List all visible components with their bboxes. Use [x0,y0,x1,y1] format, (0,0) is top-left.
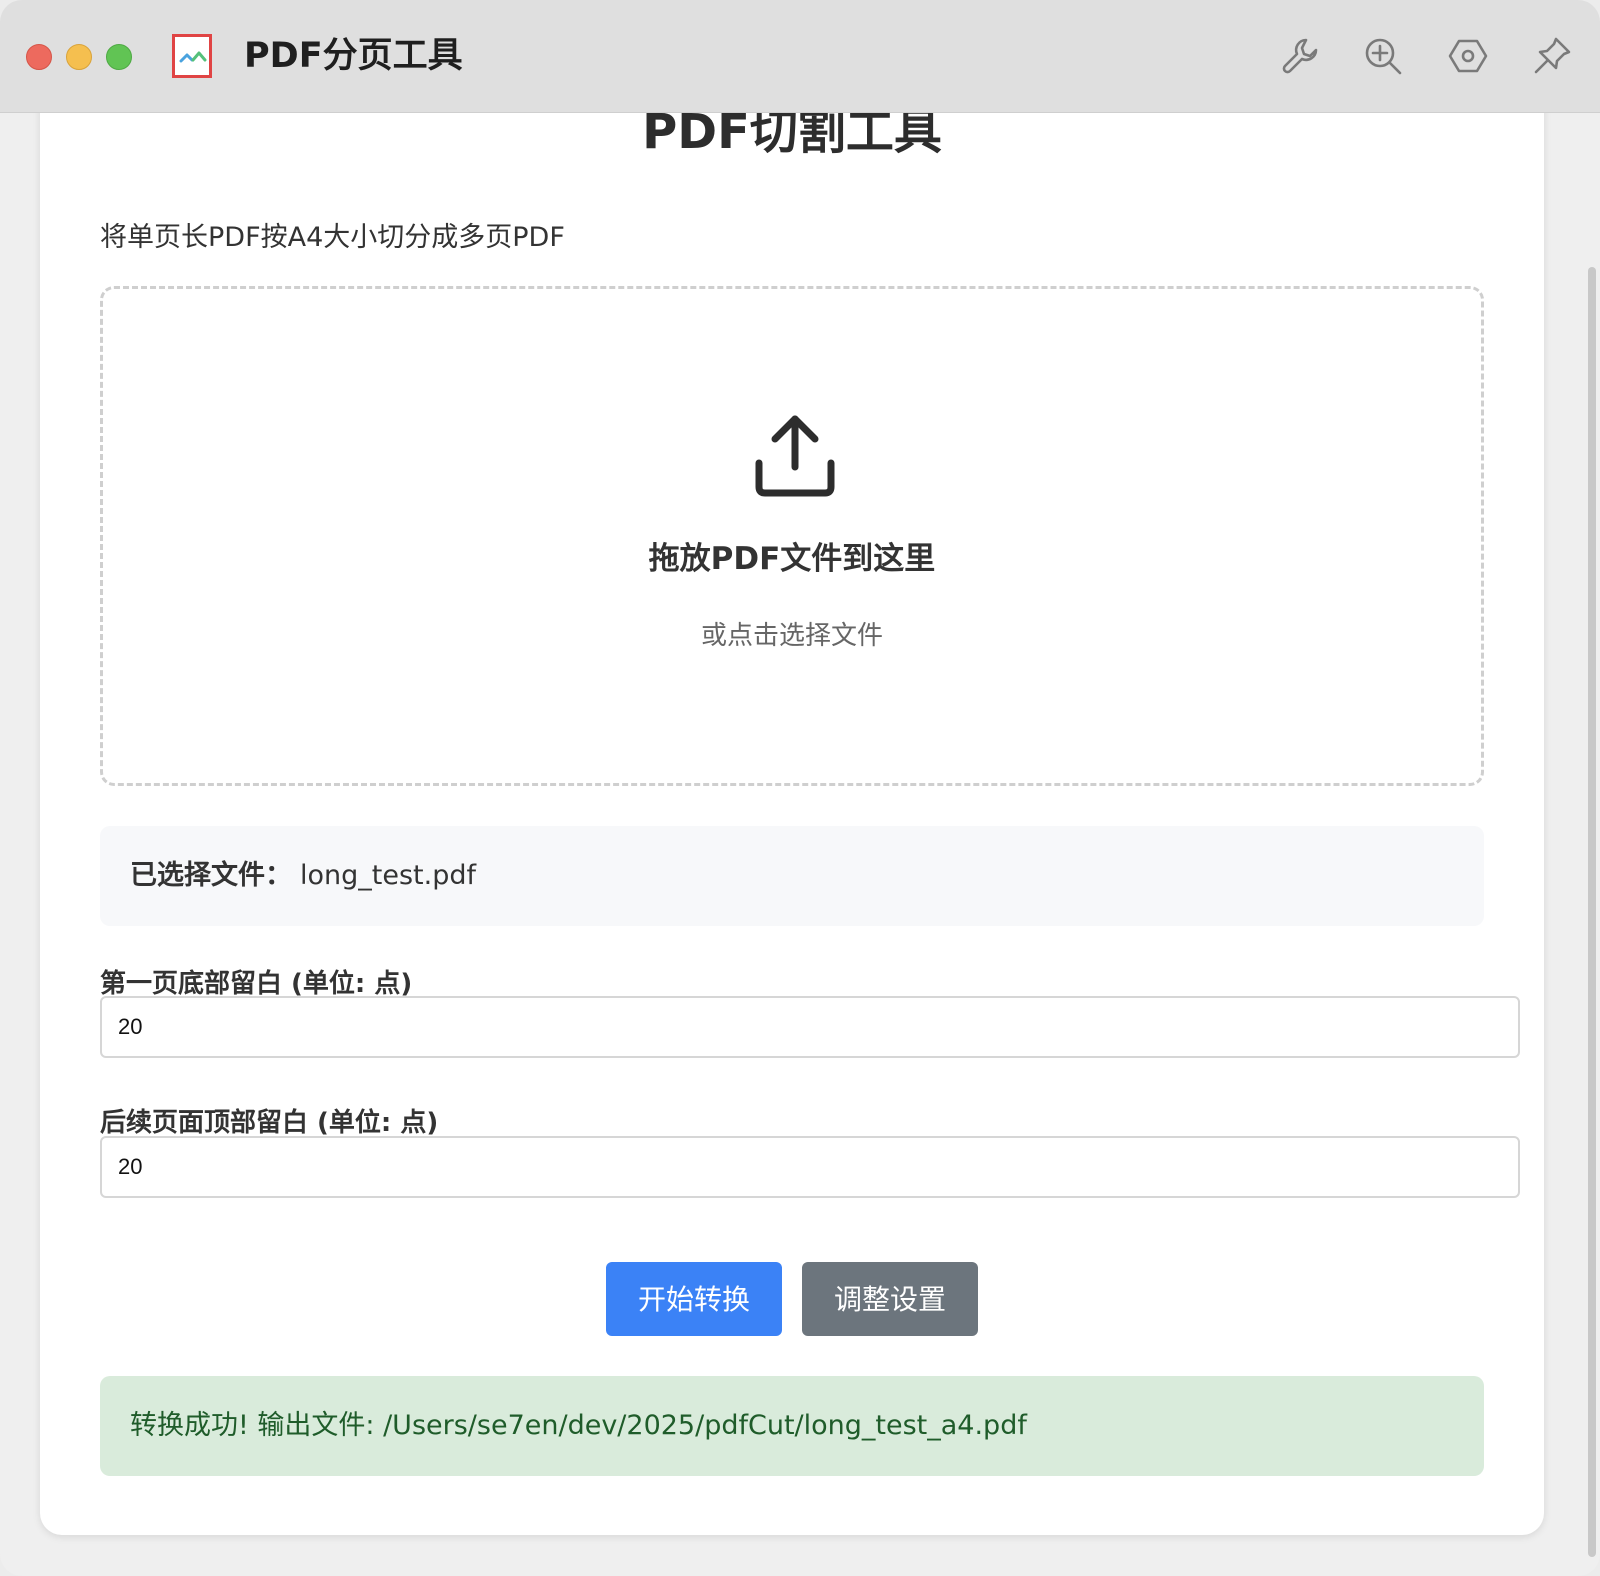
app-logo-icon [172,34,212,78]
start-convert-button[interactable]: 开始转换 [606,1262,782,1336]
success-message-text: 转换成功! 输出文件: /Users/se7en/dev/2025/pdfCut… [130,1410,1027,1441]
window-title: PDF分页工具 [244,36,463,76]
maximize-window-button[interactable] [106,44,132,70]
upload-icon [755,415,835,497]
following-page-margin-input[interactable] [100,1136,1520,1198]
zoom-in-icon[interactable] [1361,34,1405,78]
selected-file-label: 已选择文件： [130,860,292,891]
success-message: 转换成功! 输出文件: /Users/se7en/dev/2025/pdfCut… [100,1376,1484,1476]
close-window-button[interactable] [26,44,52,70]
minimize-window-button[interactable] [66,44,92,70]
first-page-margin-input[interactable] [100,996,1520,1058]
title-bar[interactable]: PDF分页工具 [0,0,1600,113]
adjust-settings-button[interactable]: 调整设置 [802,1262,978,1336]
wrench-icon[interactable] [1278,34,1322,78]
app-window: PDF切割工具 将单页长PDF按A4大小切分成多页PDF 拖放PDF文件到这里 … [0,0,1600,1576]
vertical-scrollbar[interactable] [1582,112,1600,1576]
scrollbar-thumb[interactable] [1588,267,1596,1557]
hexagon-settings-icon[interactable] [1446,34,1490,78]
file-dropzone[interactable]: 拖放PDF文件到这里 或点击选择文件 [100,286,1484,786]
dropzone-title: 拖放PDF文件到这里 [648,541,936,577]
main-card: PDF切割工具 将单页长PDF按A4大小切分成多页PDF 拖放PDF文件到这里 … [40,60,1544,1535]
page-subtitle: 将单页长PDF按A4大小切分成多页PDF [100,222,565,253]
selected-file-panel: 已选择文件： long_test.pdf [100,826,1484,926]
selected-file-name: long_test.pdf [300,860,476,891]
pin-icon[interactable] [1530,34,1574,78]
dropzone-subtitle[interactable]: 或点击选择文件 [103,616,1481,656]
